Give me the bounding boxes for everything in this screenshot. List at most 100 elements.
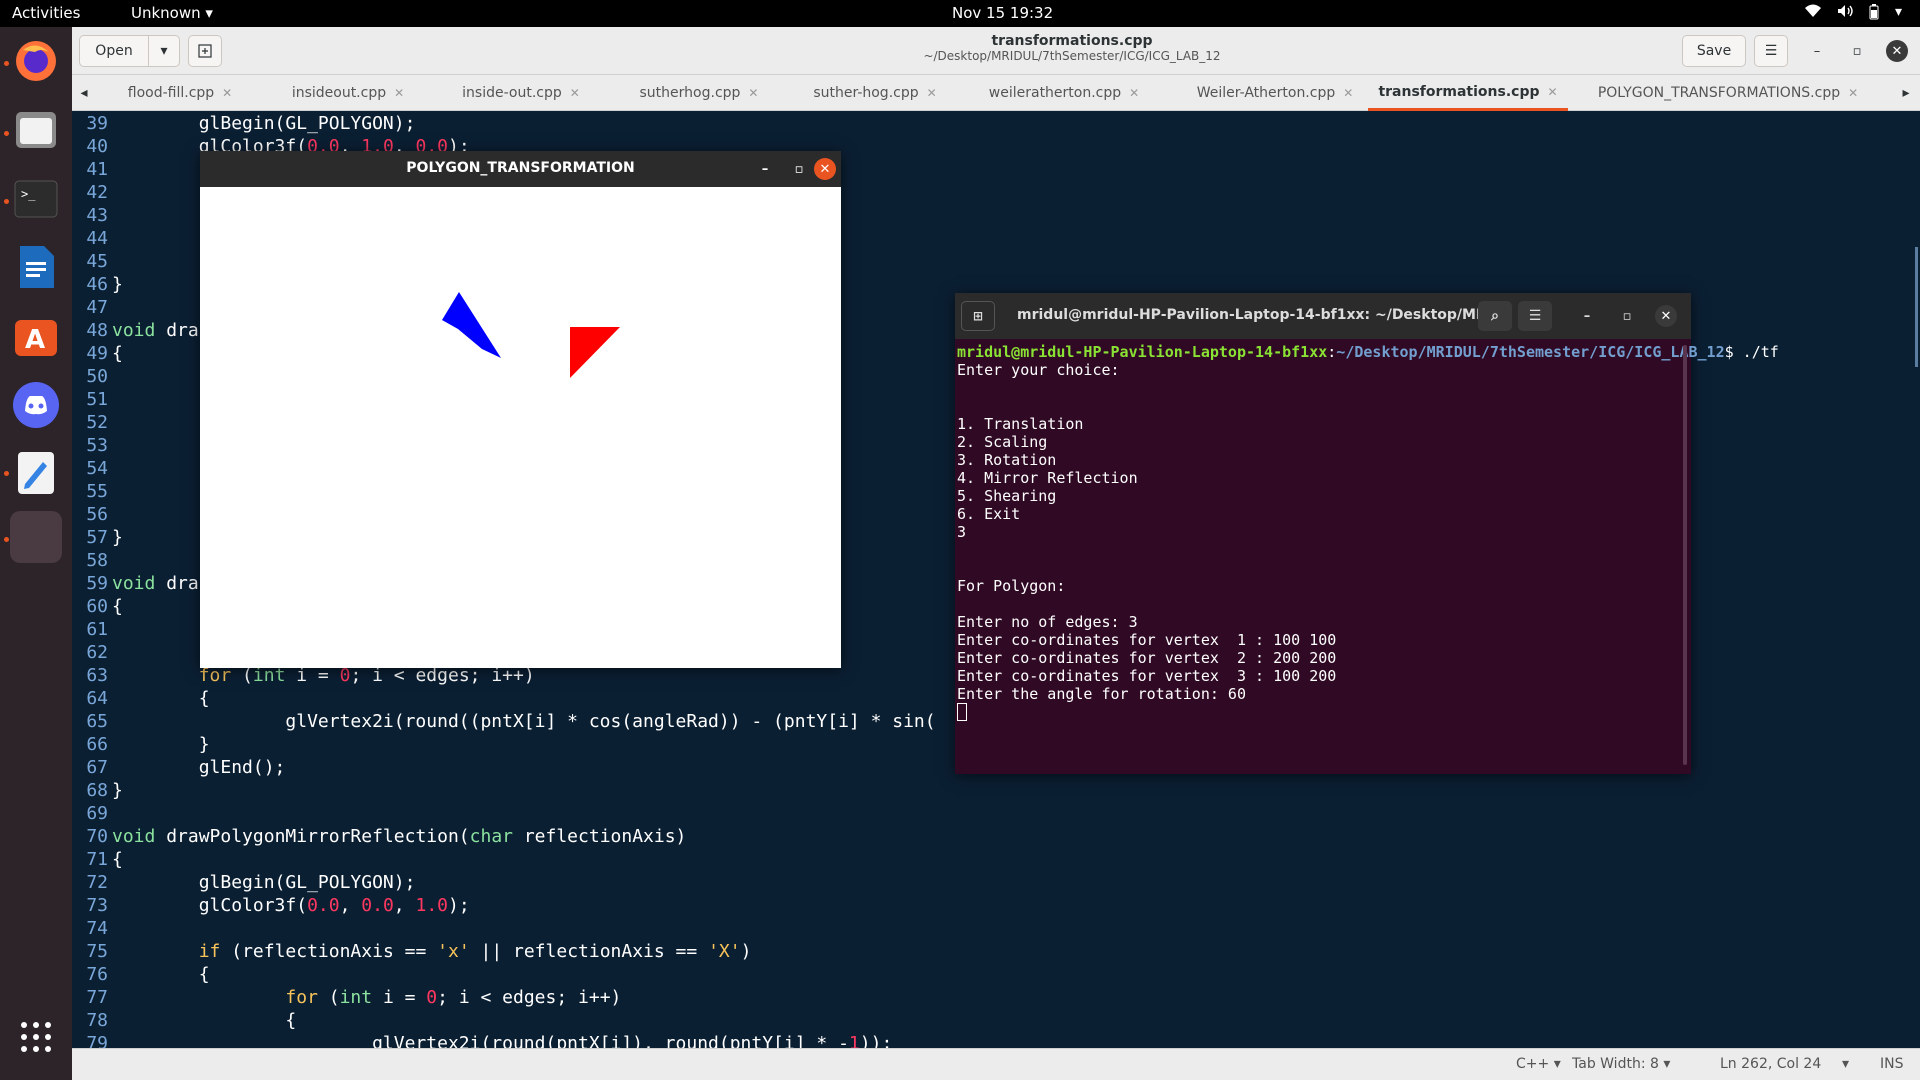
code-line[interactable]: 43 [72,205,112,228]
hamburger-menu-icon[interactable]: ☰ [1754,35,1788,67]
code-line[interactable]: 44 [72,228,112,251]
terminal-icon[interactable]: >_ [10,173,62,225]
tab-width-selector[interactable]: Tab Width: 8 ▾ [1572,1056,1670,1072]
code-line[interactable]: 42 [72,182,112,205]
close-icon[interactable]: ✕ [1655,305,1677,327]
code-line[interactable]: 75 if (reflectionAxis == 'x' || reflecti… [72,941,751,964]
code-line[interactable]: 41 [72,159,112,182]
editor-scrollbar[interactable] [1915,247,1918,367]
close-icon[interactable]: ✕ [814,158,836,180]
search-icon[interactable]: ⌕ [1478,301,1512,331]
tab-sutherhog[interactable]: sutherhog.cpp ✕ [614,75,784,111]
code-line[interactable]: 74 [72,918,112,941]
new-terminal-tab-icon[interactable]: ⊞ [961,301,995,331]
code-line[interactable]: 62 [72,642,112,665]
close-tab-icon[interactable]: ✕ [222,86,232,100]
code-line[interactable]: 69 [72,803,112,826]
show-apps-grid-icon[interactable] [10,1011,62,1063]
terminal-window[interactable]: ⊞ mridul@mridul-HP-Pavilion-Laptop-14-bf… [955,293,1779,774]
code-line[interactable]: 50 [72,366,112,389]
files-icon[interactable] [10,103,62,155]
maximize-icon[interactable]: ▫ [788,158,810,180]
code-line[interactable]: 63 for (int i = 0; i < edges; i++) [72,665,534,688]
active-app-slot[interactable] [10,511,62,563]
close-tab-icon[interactable]: ✕ [394,86,404,100]
terminal-titlebar[interactable]: ⊞ mridul@mridul-HP-Pavilion-Laptop-14-bf… [955,293,1691,339]
code-line[interactable]: 59 void dra [72,573,198,596]
code-line[interactable]: 70 void drawPolygonMirrorReflection(char … [72,826,686,849]
close-tab-icon[interactable]: ✕ [570,86,580,100]
code-line[interactable]: 53 [72,435,112,458]
discord-icon[interactable] [10,379,62,431]
close-tab-icon[interactable]: ✕ [748,86,758,100]
tab-weileratherton[interactable]: weileratherton.cpp ✕ [964,75,1164,111]
cursor-position[interactable]: Ln 262, Col 24 [1720,1056,1821,1072]
tab-insideout[interactable]: insideout.cpp ✕ [268,75,428,111]
opengl-window-titlebar[interactable]: POLYGON_TRANSFORMATION – ▫ ✕ [200,151,841,187]
code-line[interactable]: 66 } [72,734,209,757]
code-line[interactable]: 46} [72,274,123,297]
save-button[interactable]: Save [1682,35,1746,67]
firefox-icon[interactable] [10,35,62,87]
tab-polygon-transformations[interactable]: POLYGON_TRANSFORMATIONS.cpp ✕ [1578,75,1878,111]
activities-button[interactable]: Activities [12,4,80,22]
code-line[interactable]: 73 glColor3f(0.0, 0.0, 1.0); [72,895,469,918]
code-line[interactable]: 48 void dra [72,320,198,343]
tab-transformations[interactable]: transformations.cpp ✕ [1368,75,1568,111]
tab-inside-out[interactable]: inside-out.cpp ✕ [436,75,606,111]
code-line[interactable]: 45 [72,251,112,274]
open-recent-dropdown[interactable]: ▾ [148,35,180,67]
close-tab-icon[interactable]: ✕ [1129,86,1139,100]
open-button[interactable]: Open [79,35,149,67]
chevron-right-icon[interactable]: ▸ [1894,75,1918,111]
minimize-icon[interactable]: – [1576,305,1598,327]
code-line[interactable]: 71{ [72,849,123,872]
battery-icon[interactable] [1869,4,1879,24]
code-line[interactable]: 78 { [72,1010,296,1033]
code-line[interactable]: 52 [72,412,112,435]
system-tray[interactable]: ▾ [1804,4,1902,24]
close-tab-icon[interactable]: ✕ [1548,85,1558,99]
tab-weiler-atherton[interactable]: Weiler-Atherton.cpp ✕ [1170,75,1380,111]
code-line[interactable]: 60{ [72,596,123,619]
code-line[interactable]: 57} [72,527,123,550]
code-line[interactable]: 51 [72,389,112,412]
code-line[interactable]: 67 glEnd(); [72,757,285,780]
code-line[interactable]: 56 [72,504,112,527]
text-editor-icon[interactable] [10,447,62,499]
hamburger-menu-icon[interactable]: ☰ [1518,301,1552,331]
code-line[interactable]: 39 glBegin(GL_POLYGON); [72,113,415,136]
clock[interactable]: Nov 15 19:32 [952,4,1053,22]
code-line[interactable]: 58 [72,550,112,573]
close-tab-icon[interactable]: ✕ [1848,86,1858,100]
software-center-icon[interactable]: A [10,309,62,361]
close-tab-icon[interactable]: ✕ [1343,86,1353,100]
maximize-icon[interactable]: ▫ [1616,305,1638,327]
wifi-icon[interactable] [1804,4,1821,24]
terminal-scrollbar[interactable] [1683,345,1687,765]
app-menu[interactable]: Unknown ▾ [131,4,213,22]
code-line[interactable]: 68} [72,780,123,803]
volume-icon[interactable] [1837,4,1853,24]
code-line[interactable]: 76 { [72,964,209,987]
chevron-down-icon[interactable]: ▾ [1842,1056,1849,1072]
minimize-icon[interactable]: – [754,158,776,180]
code-line[interactable]: 72 glBegin(GL_POLYGON); [72,872,415,895]
writer-icon[interactable] [10,241,62,293]
maximize-icon[interactable]: ▫ [1846,40,1868,62]
close-icon[interactable]: ✕ [1886,40,1908,62]
tab-suther-hog[interactable]: suther-hog.cpp ✕ [790,75,960,111]
new-tab-button[interactable] [188,35,222,67]
code-line[interactable]: 64 { [72,688,209,711]
close-tab-icon[interactable]: ✕ [927,86,937,100]
chevron-left-icon[interactable]: ◂ [72,75,96,111]
minimize-icon[interactable]: – [1806,40,1828,62]
power-icon[interactable]: ▾ [1895,4,1902,24]
code-line[interactable]: 55 [72,481,112,504]
code-line[interactable]: 77 for (int i = 0; i < edges; i++) [72,987,621,1010]
tab-flood-fill[interactable]: flood-fill.cpp ✕ [100,75,260,111]
code-line[interactable]: 61 [72,619,112,642]
language-selector[interactable]: C++ ▾ [1516,1056,1561,1072]
code-line[interactable]: 47 [72,297,112,320]
opengl-window[interactable]: POLYGON_TRANSFORMATION – ▫ ✕ [200,151,841,668]
